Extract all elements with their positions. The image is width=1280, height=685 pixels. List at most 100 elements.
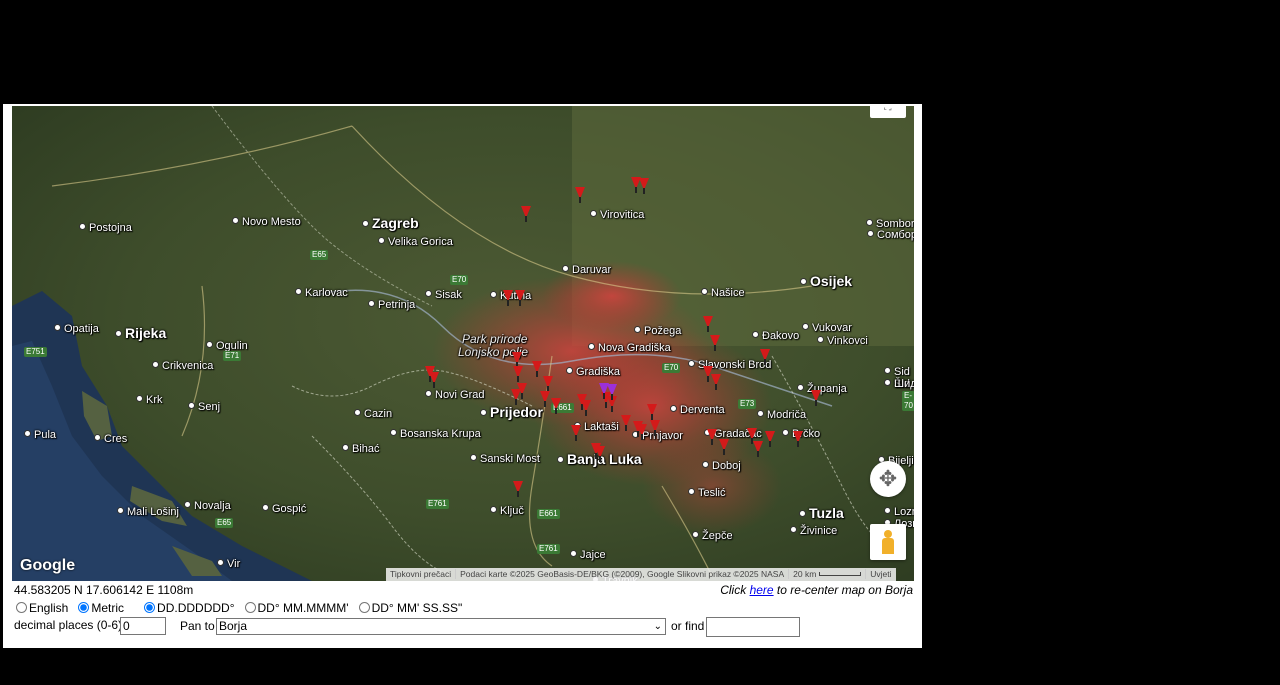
place-label: Žepče	[692, 530, 733, 542]
display-options: English Metric DD.DDDDDD° DD° MM.MMMM' DD° M…	[16, 601, 472, 615]
place-label: Nova Gradiška	[588, 342, 671, 354]
place-label: Pula	[24, 429, 56, 441]
place-label: Novi Grad	[425, 389, 485, 401]
cursor-coordinates: 44.583205 N 17.606142 E 1108m	[14, 583, 194, 597]
format-ddmmss-radio[interactable]	[358, 602, 370, 613]
map-marker[interactable]	[581, 400, 591, 416]
place-label: Derventa	[670, 404, 725, 416]
place-label: Gospić	[262, 503, 306, 515]
map-marker[interactable]	[540, 391, 550, 407]
map-marker[interactable]	[760, 349, 770, 365]
decimal-places-input[interactable]	[120, 617, 166, 635]
place-label: Osijek	[800, 273, 852, 289]
map-marker[interactable]	[429, 372, 439, 388]
map-marker[interactable]	[515, 290, 525, 306]
map-marker[interactable]	[650, 420, 660, 436]
recenter-text: Click here to re-center map on Borja	[720, 583, 913, 597]
terms-link[interactable]: Uvjeti	[866, 569, 895, 579]
place-label: Сомбор	[867, 229, 914, 241]
chevron-down-icon: ⌄	[653, 621, 662, 632]
format-dd-option[interactable]: DD.DDDDDD°	[144, 601, 235, 615]
place-label: Živinice	[790, 525, 837, 537]
place-label: Opatija	[54, 323, 99, 335]
map-marker[interactable]	[719, 439, 729, 455]
place-label: Bosanska Krupa	[390, 428, 481, 440]
map-marker[interactable]	[503, 290, 513, 306]
english-radio[interactable]	[16, 602, 27, 613]
map-marker[interactable]	[710, 335, 720, 351]
place-label: Petrinja	[368, 299, 415, 311]
map-marker[interactable]	[513, 366, 523, 382]
place-label: Tuzla	[799, 505, 844, 521]
map-marker[interactable]	[543, 376, 553, 392]
map-marker[interactable]	[707, 429, 717, 445]
map-marker[interactable]	[571, 425, 581, 441]
road-shield: E70	[662, 363, 681, 373]
map-marker[interactable]	[575, 187, 585, 203]
map-marker[interactable]	[621, 415, 631, 431]
place-label: Vinkovci	[817, 335, 868, 347]
camera-control-button[interactable]: ✥	[870, 461, 906, 497]
map-marker[interactable]	[532, 361, 542, 377]
map-marker[interactable]	[765, 431, 775, 447]
map-attribution: Tipkovni prečaci Podaci karte ©2025 GeoBa…	[386, 568, 896, 581]
map-marker[interactable]	[647, 404, 657, 420]
place-label: Velika Gorica	[378, 236, 453, 248]
road-shield: E71	[223, 351, 242, 361]
place-label: Đakovo	[752, 330, 799, 342]
road-shield: E-70	[902, 391, 914, 411]
map-marker[interactable]	[793, 431, 803, 447]
road-shield: E65	[215, 518, 234, 528]
place-label: Požega	[634, 325, 681, 337]
pegman-icon	[884, 530, 892, 538]
metric-option[interactable]: Metric	[78, 601, 124, 615]
keyboard-shortcuts-link[interactable]: Tipkovni prečaci	[386, 569, 457, 579]
map-marker[interactable]	[747, 428, 757, 444]
map-marker[interactable]	[703, 316, 713, 332]
road-shield: E761	[426, 499, 449, 509]
google-logo: Google	[20, 557, 76, 574]
format-ddmmss-option[interactable]: DD° MM' SS.SS"	[358, 601, 462, 615]
map-view[interactable]: ZagrebBanja LukaZenicaSarajevoOsijekRije…	[12, 106, 914, 581]
map-marker[interactable]	[811, 390, 821, 406]
fullscreen-button[interactable]: ⛶	[870, 106, 906, 118]
road-shield: E73	[738, 399, 757, 409]
map-marker[interactable]	[512, 352, 522, 368]
map-marker[interactable]	[513, 481, 523, 497]
place-label: Našice	[701, 287, 745, 299]
recenter-link[interactable]: here	[750, 583, 774, 597]
map-marker[interactable]	[595, 446, 605, 462]
street-view-pegman-button[interactable]	[870, 524, 906, 560]
format-ddmm-radio[interactable]	[244, 602, 256, 613]
place-label: Cazin	[354, 408, 392, 420]
place-label: Gradiška	[566, 366, 620, 378]
scale-indicator[interactable]: 20 km	[789, 569, 867, 579]
road-shield: E70	[450, 275, 469, 285]
place-label: Jajce	[570, 549, 606, 561]
map-marker[interactable]	[517, 383, 527, 399]
purple-marker[interactable]	[607, 384, 617, 400]
place-label: Park prirode	[462, 332, 528, 346]
or-find-label: or find	[671, 619, 705, 633]
map-marker[interactable]	[753, 441, 763, 457]
map-marker[interactable]	[637, 424, 647, 440]
place-label: Modriča	[757, 409, 806, 421]
map-marker[interactable]	[711, 374, 721, 390]
place-label: Slavonski Brod	[688, 359, 771, 371]
place-label: Ključ	[490, 505, 524, 517]
english-option[interactable]: English	[16, 601, 68, 615]
place-label: Krk	[136, 394, 163, 406]
map-marker[interactable]	[639, 178, 649, 194]
map-marker[interactable]	[551, 398, 561, 414]
find-input[interactable]	[706, 617, 800, 637]
map-marker[interactable]	[521, 206, 531, 222]
place-label: Sisak	[425, 289, 462, 301]
pan-to-select[interactable]: Borja ⌄	[216, 618, 666, 635]
place-label: Postojna	[79, 222, 132, 234]
place-label: Crikvenica	[152, 360, 213, 372]
format-ddmm-option[interactable]: DD° MM.MMMM'	[244, 601, 349, 615]
metric-radio[interactable]	[78, 602, 90, 613]
format-dd-radio[interactable]	[144, 602, 156, 613]
place-label: Mali Lošinj	[117, 506, 179, 518]
road-shield: E761	[537, 544, 560, 554]
